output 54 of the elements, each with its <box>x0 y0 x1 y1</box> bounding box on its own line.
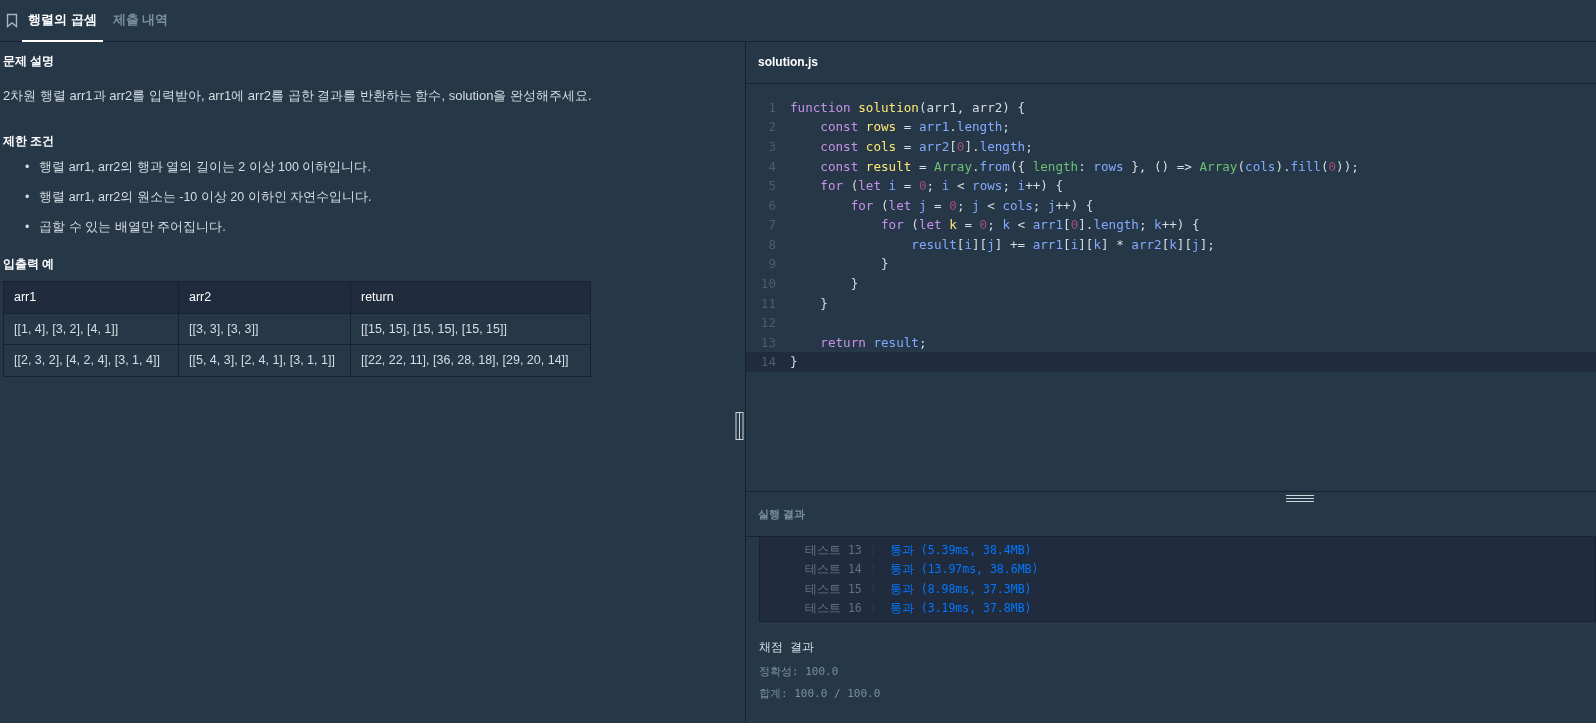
column-header: arr1 <box>3 281 179 314</box>
code-line: result[i][j] += arr1[i][k] * arr2[k][j]; <box>910 235 1215 254</box>
code-line: return result; <box>819 333 927 352</box>
code-line: const result = Array.from({ length: rows }, () => Array(cols).fill(0)); <box>819 157 1359 176</box>
score-line: 정확성: 100.0 <box>759 664 840 680</box>
code-line: } <box>790 353 798 372</box>
bullet: • <box>25 218 30 236</box>
resize-handle-icon[interactable] <box>735 412 744 440</box>
resize-handle-icon[interactable] <box>1286 493 1314 503</box>
test-result: 통과 (3.19ms, 37.8MB) <box>889 601 1032 616</box>
chevron: 〉 <box>869 581 882 596</box>
test-label: 테스트 16 <box>805 601 862 616</box>
code-line: for (let i = 0; i < rows; i++) { <box>819 177 1064 196</box>
test-label: 테스트 15 <box>805 581 862 596</box>
grading-heading: 채점 결과 <box>759 639 816 656</box>
code-line: for (let j = 0; j < cols; j++) { <box>849 196 1094 215</box>
code-line: } <box>819 294 828 313</box>
test-label: 테스트 14 <box>805 562 862 577</box>
code-line: for (let k = 0; k < arr1[0].length; k++) { <box>880 216 1200 235</box>
section-heading: 문제 설명 <box>3 54 56 69</box>
section-heading: 제한 조건 <box>3 133 56 149</box>
code-line: function solution(arr1, arr2) { <box>790 98 1026 117</box>
constraint-item: 곱할 수 있는 배열만 주어집니다. <box>39 218 226 236</box>
table-cell: [[3, 3], [3, 3]] <box>178 313 351 345</box>
test-label: 테스트 13 <box>805 542 862 557</box>
code-line: } <box>880 255 889 274</box>
panel-title: 실행 결과 <box>758 506 806 522</box>
code-line: } <box>849 275 859 294</box>
code-line: const cols = arr2[0].length; <box>819 137 1033 156</box>
constraint-item: 행렬 arr1, arr2의 원소는 -10 이상 20 이하인 자연수입니다. <box>39 189 372 207</box>
chevron: 〉 <box>869 542 882 557</box>
test-result: 통과 (5.39ms, 38.4MB) <box>889 542 1032 557</box>
bullet: • <box>25 189 30 207</box>
chevron: 〉 <box>869 562 882 577</box>
bullet: • <box>25 159 30 177</box>
tab[interactable]: 제출 내역 <box>106 0 175 42</box>
section-heading: 입출력 예 <box>3 256 56 271</box>
description-text: 2차원 행렬 arr1과 arr2를 입력받아, arr1에 arr2를 곱한 결과를 반환하는 함수, solution을 완성해주세요. <box>3 87 593 106</box>
table-cell: [[22, 22, 11], [36, 28, 18], [29, 20, 14]] <box>350 344 591 377</box>
code-line: const rows = arr1.length; <box>819 118 1010 137</box>
table-cell: [[15, 15], [15, 15], [15, 15]] <box>350 313 591 345</box>
constraint-item: 행렬 arr1, arr2의 행과 열의 길이는 2 이상 100 이하입니다. <box>39 159 371 177</box>
column-header: return <box>350 281 591 314</box>
table-cell: [[5, 4, 3], [2, 4, 1], [3, 1, 1]] <box>178 344 351 377</box>
file-name: solution.js <box>758 54 818 72</box>
test-result: 통과 (8.98ms, 37.3MB) <box>889 581 1032 596</box>
score-line: 합계: 100.0 / 100.0 <box>759 685 882 702</box>
test-result: 통과 (13.97ms, 38.6MB) <box>889 562 1039 577</box>
bookmark-icon <box>6 13 18 28</box>
table-cell: [[2, 3, 2], [4, 2, 4], [3, 1, 4]] <box>3 344 179 377</box>
tab[interactable]: 행렬의 곱셈 <box>22 0 103 42</box>
column-header: arr2 <box>178 281 351 314</box>
table-cell: [[1, 4], [3, 2], [4, 1]] <box>3 313 179 345</box>
chevron: 〉 <box>869 601 882 616</box>
